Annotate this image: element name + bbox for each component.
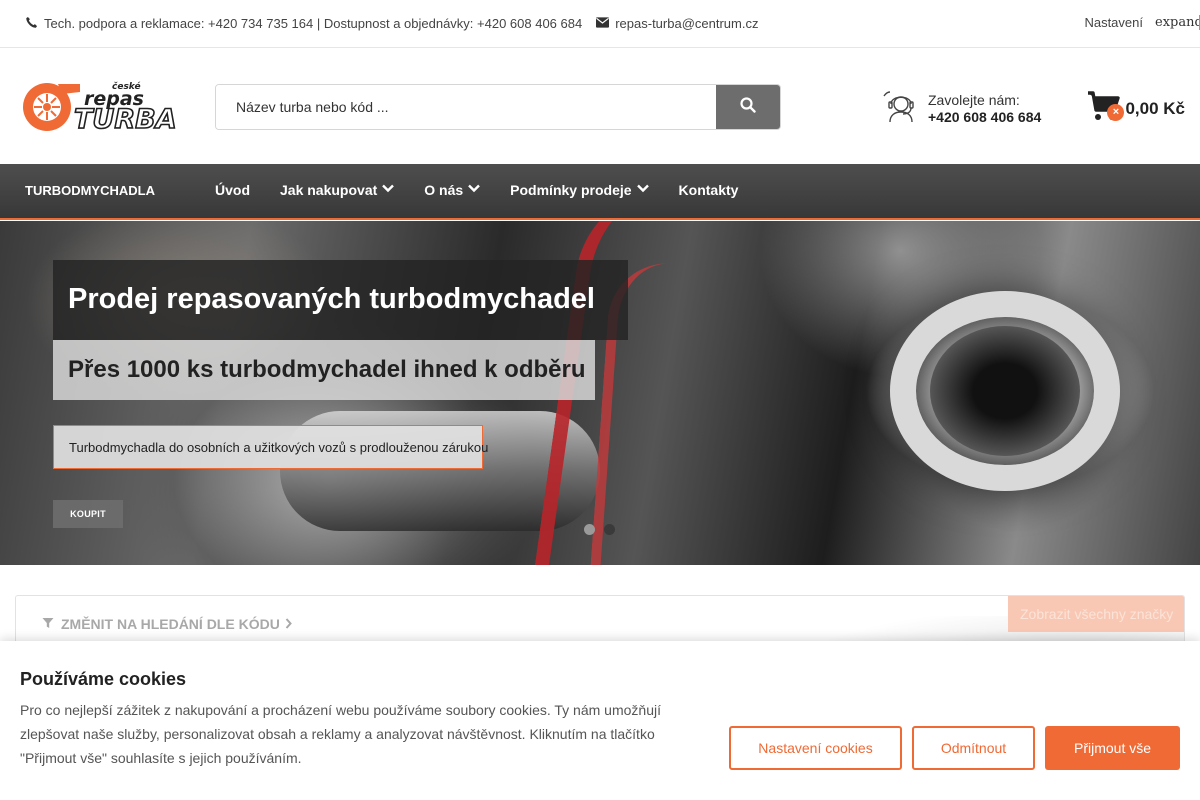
all-brands-button[interactable]: Zobrazit všechny značky [1008,596,1184,632]
nav-item-label: Podmínky prodeje [510,182,632,198]
hero-buy-button[interactable]: KOUPIT [53,500,123,528]
nav-item-label: Úvod [215,182,250,198]
cookie-text: Pro co nejlepší zážitek z nakupování a p… [20,702,661,766]
logo-word-turba: TURBA [74,104,177,132]
hero-title: Prodej repasovaných turbodmychadel [53,260,628,340]
chevron-down-icon [468,184,481,196]
cookie-settings-button[interactable]: Nastavení cookies [729,726,902,770]
hero-text: Turbodmychadla do osobních a užitkových … [53,425,488,469]
chevron-down-icon [382,184,395,196]
cookie-title: Používáme cookies [20,669,187,689]
headset-icon [882,88,918,129]
email-text: repas-turba@centrum.cz [615,16,759,31]
nav-item-o-nas[interactable]: O nás [424,182,481,198]
settings-menu[interactable]: Nastavení expand_more [1084,15,1200,30]
switch-to-code-search[interactable]: ZMĚNIT NA HLEDÁNÍ DLE KÓDU [42,616,292,632]
email-link[interactable]: repas-turba@centrum.cz [596,16,758,31]
cookie-banner: Používáme cookies Pro co nejlepší zážite… [0,641,1200,800]
settings-label[interactable]: Nastavení [1084,15,1143,30]
call-box[interactable]: Zavolejte nám: +420 608 406 684 [882,88,1041,129]
filter-icon [42,617,54,632]
site-logo[interactable]: české repas TURBA [18,80,183,136]
nav-item-label: Jak nakupovat [280,182,378,198]
nav-category-menu[interactable]: TURBODMYCHADLA [25,183,155,198]
nav-item-kontakty[interactable]: Kontakty [679,182,739,198]
cookie-reject-button[interactable]: Odmítnout [912,726,1035,770]
support-phone[interactable]: Tech. podpora a reklamace: +420 734 735 … [25,16,582,32]
hero-image-ring-center [930,326,1080,456]
cart-price[interactable]: 0,00 Kč [1125,99,1185,119]
phone-icon [25,16,38,32]
nav-items: Úvod Jak nakupovat O nás Podmínky prodej… [215,182,768,198]
nav-item-label: Kontakty [678,182,739,198]
main-nav: TURBODMYCHADLA Úvod Jak nakupovat O nás … [0,164,1200,220]
search-button[interactable] [716,85,780,129]
hero-subtitle: Přes 1000 ks turbodmychadel ihned k odbě… [53,340,595,400]
slider-dots [584,524,624,535]
search-bar [215,84,781,130]
chevron-down-icon [636,184,649,196]
nav-item-jak-nakupovat[interactable]: Jak nakupovat [280,182,395,198]
cookie-accept-button[interactable]: Přijmout vše [1045,726,1180,770]
search-input[interactable] [216,85,716,129]
site-header: české repas TURBA Zavolejte nám: [0,48,1200,164]
expand-more-icon[interactable]: expand_more [1151,15,1200,30]
nav-item-label: O nás [424,182,464,198]
envelope-icon [596,16,610,31]
search-icon [740,96,756,118]
slider-dot[interactable] [604,524,615,535]
switch-label: ZMĚNIT NA HLEDÁNÍ DLE KÓDU [61,616,280,632]
nav-item-podminky-prodeje[interactable]: Podmínky prodeje [510,182,649,198]
cart-badge: × [1107,104,1125,121]
cart[interactable]: × 0,00 Kč [1087,90,1185,127]
support-phone-text: Tech. podpora a reklamace: +420 734 735 … [44,16,583,31]
call-number[interactable]: +420 608 406 684 [928,109,1041,126]
slider-dot[interactable] [584,524,595,535]
top-bar: Tech. podpora a reklamace: +420 734 735 … [0,0,1200,48]
hero-slider: Prodej repasovaných turbodmychadel Přes … [0,221,1200,565]
chevron-right-icon [285,616,292,632]
call-label: Zavolejte nám: [928,91,1020,108]
nav-item-uvod[interactable]: Úvod [215,182,250,198]
